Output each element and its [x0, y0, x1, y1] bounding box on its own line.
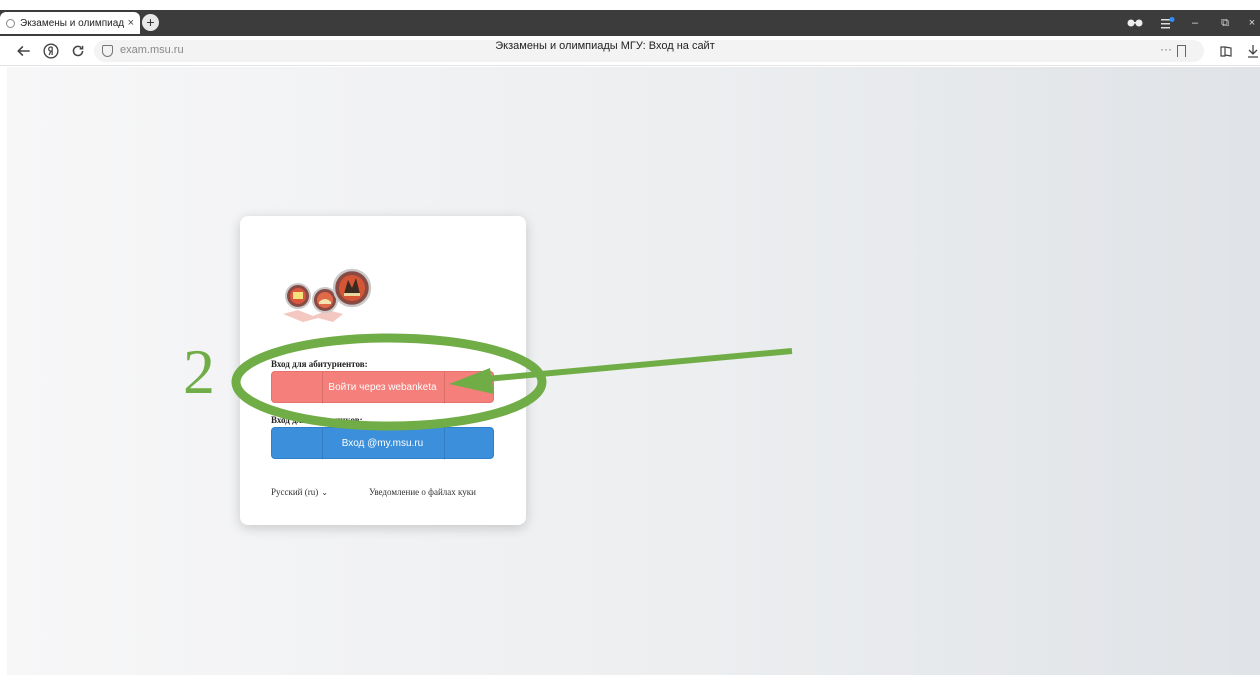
reader-mode-icon[interactable] [1219, 44, 1233, 58]
browser-tab[interactable]: Экзамены и олимпиад × [0, 12, 140, 34]
staff-label: Вход для сотрудников: [271, 415, 363, 425]
step-number: 2 [183, 336, 215, 407]
browser-tab-bar: Экзамены и олимпиад × + ‒ ⧉ × [0, 10, 1260, 36]
webanketa-login-label: Войти через webanketa [328, 382, 437, 393]
exam-msu-logo-icon [283, 268, 372, 322]
minimize-button[interactable]: ‒ [1188, 15, 1202, 31]
language-label: Русский (ru) [271, 487, 319, 497]
button-divider [322, 428, 323, 460]
page-title: Экзамены и олимпиады МГУ: Вход на сайт [495, 40, 715, 52]
restore-button[interactable]: ⧉ [1218, 15, 1232, 31]
applicants-label: Вход для абитуриентов: [271, 359, 368, 369]
chevron-down-icon: ⌄ [321, 488, 328, 497]
login-card: Вход для абитуриентов: Войти через weban… [240, 216, 526, 525]
cookie-notice-link[interactable]: Уведомление о файлах куки [369, 487, 476, 497]
button-divider [444, 428, 445, 460]
tab-title: Экзамены и олимпиад [20, 17, 125, 29]
button-divider [322, 372, 323, 404]
reload-icon[interactable] [70, 43, 86, 59]
tab-close-icon[interactable]: × [128, 17, 134, 29]
more-options-icon[interactable]: ··· [1160, 42, 1172, 56]
yandex-logo-icon[interactable] [43, 43, 59, 59]
site-favicon-icon [6, 18, 15, 28]
new-tab-button[interactable]: + [142, 14, 159, 31]
language-selector[interactable]: Русский (ru) ⌄ [271, 487, 328, 497]
browser-toolbar: exam.msu.ru ··· Экзамены и олимпиады МГУ… [0, 36, 1260, 66]
my-msu-login-label: Вход @my.msu.ru [341, 438, 424, 449]
back-arrow-icon[interactable] [16, 43, 32, 59]
download-icon[interactable] [1247, 44, 1259, 58]
webanketa-login-button[interactable]: Войти через webanketa [271, 371, 494, 404]
button-divider [444, 372, 445, 404]
url-text[interactable]: exam.msu.ru [120, 44, 184, 56]
bookmark-icon[interactable] [1177, 45, 1186, 57]
close-window-button[interactable]: × [1245, 15, 1259, 31]
tabs-menu-icon[interactable] [1161, 17, 1175, 29]
security-shield-icon[interactable] [102, 45, 113, 57]
incognito-glasses-icon[interactable] [1127, 19, 1143, 27]
my-msu-login-button[interactable]: Вход @my.msu.ru [271, 427, 494, 460]
